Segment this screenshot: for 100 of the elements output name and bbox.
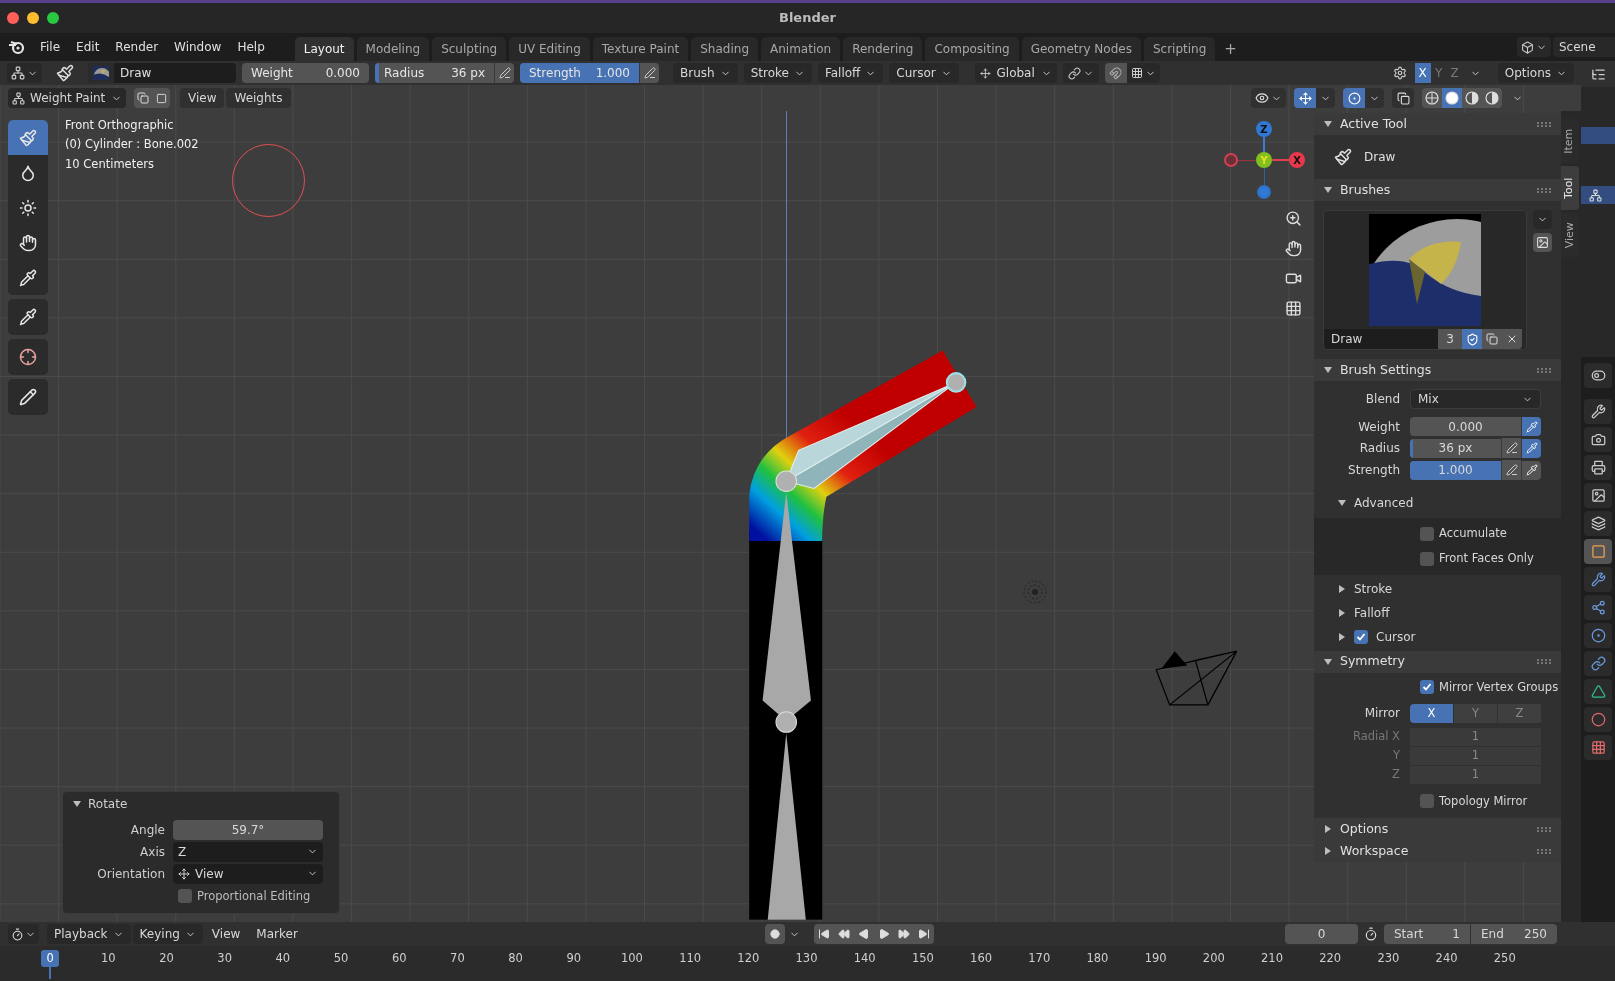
drag-handle-icon[interactable] <box>1537 367 1551 373</box>
disclosure-triangle-icon[interactable] <box>1324 825 1332 833</box>
workspace-tab[interactable]: Modeling <box>356 37 430 61</box>
properties-tab[interactable] <box>1584 679 1612 704</box>
outliner-row[interactable] <box>1581 186 1615 204</box>
menu-item[interactable]: Window <box>166 38 230 56</box>
blend-dropdown[interactable]: Mix <box>1410 389 1541 409</box>
panel-title[interactable]: Workspace <box>1340 841 1409 861</box>
workspace-tab[interactable]: Scripting <box>1143 37 1216 61</box>
drag-handle-icon[interactable] <box>1537 187 1551 193</box>
menu-dropdown[interactable]: Keying <box>132 924 203 944</box>
vertex-mask-button[interactable] <box>152 88 170 108</box>
checkbox[interactable] <box>1354 629 1368 644</box>
tool-button[interactable] <box>8 299 48 335</box>
properties-tab[interactable] <box>1584 363 1612 388</box>
number-slider[interactable]: 1.000 <box>1410 460 1501 480</box>
drag-handle-icon[interactable] <box>1537 121 1551 127</box>
menu-dropdown[interactable]: Brush <box>673 63 738 83</box>
menu-dropdown[interactable]: Falloff <box>817 63 884 83</box>
workspace-tab[interactable]: Compositing <box>925 37 1019 61</box>
shading-button[interactable] <box>1422 88 1442 108</box>
menu-item[interactable]: View <box>180 88 225 108</box>
outliner-icon[interactable] <box>1590 66 1606 82</box>
pressure-button[interactable] <box>639 63 659 83</box>
shading-button[interactable] <box>1442 88 1462 108</box>
visibility-dropdown[interactable] <box>1251 88 1286 108</box>
unified-setting-button[interactable] <box>1521 460 1541 480</box>
number-field[interactable]: 59.7° <box>173 819 323 840</box>
shading-button[interactable] <box>1482 88 1502 108</box>
disclosure-triangle-icon[interactable] <box>1338 499 1346 507</box>
pressure-button[interactable] <box>494 63 514 83</box>
x-axis-handle[interactable]: X <box>1289 152 1305 168</box>
menu-item[interactable]: Weights <box>226 88 291 108</box>
properties-tab[interactable] <box>1584 455 1612 480</box>
subpanel-title[interactable]: Advanced <box>1354 494 1414 512</box>
image-button[interactable] <box>1533 233 1552 252</box>
checkbox[interactable] <box>1420 526 1434 541</box>
overlay-toggle[interactable] <box>1343 88 1365 108</box>
mode-dropdown[interactable] <box>7 63 42 83</box>
panel-title[interactable]: Brush Settings <box>1340 360 1432 380</box>
workspace-tab[interactable]: Texture Paint <box>592 37 689 61</box>
disclosure-triangle-icon[interactable] <box>73 799 81 808</box>
select-dropdown[interactable]: Z <box>173 841 323 862</box>
app-logo-icon[interactable] <box>8 39 26 55</box>
z-axis-handle[interactable]: Z <box>1256 121 1272 137</box>
disclosure-triangle-icon[interactable] <box>1338 584 1346 593</box>
menu-dropdown[interactable]: Cursor <box>889 63 959 83</box>
menu-item[interactable]: Render <box>107 38 167 56</box>
subpanel-title[interactable]: Falloff <box>1354 603 1390 622</box>
menu-item[interactable]: View <box>204 924 248 944</box>
properties-tab[interactable] <box>1584 707 1612 732</box>
menu-dropdown[interactable]: Stroke <box>743 63 812 83</box>
disclosure-triangle-icon[interactable] <box>1324 186 1332 194</box>
number-slider[interactable]: Radius 36 px <box>375 63 494 83</box>
workspace-tab[interactable]: Sculpting <box>432 37 507 61</box>
disclosure-triangle-icon[interactable] <box>1338 632 1346 641</box>
shading-button[interactable] <box>1462 88 1482 108</box>
sidebar-tab[interactable]: Tool <box>1561 166 1579 210</box>
drag-handle-icon[interactable] <box>1537 659 1551 664</box>
brush-name-field[interactable]: Draw <box>1324 329 1438 349</box>
properties-tab[interactable] <box>1584 427 1612 452</box>
record-button[interactable] <box>764 924 785 944</box>
menu-item[interactable]: Help <box>229 38 273 56</box>
disclosure-triangle-icon[interactable] <box>1324 847 1332 855</box>
disclosure-triangle-icon[interactable] <box>1324 120 1332 128</box>
subpanel-title[interactable]: Stroke <box>1354 579 1393 598</box>
menu-item[interactable]: Marker <box>249 924 305 944</box>
workspace-tab[interactable]: UV Editing <box>509 37 590 61</box>
pressure-button[interactable] <box>1501 460 1521 480</box>
workspace-tab[interactable]: Geometry Nodes <box>1021 37 1141 61</box>
axis-toggle[interactable]: X <box>1414 63 1431 83</box>
tool-button[interactable] <box>8 379 48 415</box>
number-slider[interactable]: 0.000 <box>1410 417 1521 436</box>
xray-button[interactable] <box>1392 88 1414 108</box>
workspace-tab[interactable]: Layout <box>294 37 354 61</box>
disclosure-triangle-icon[interactable] <box>1324 366 1332 374</box>
workspace-tab[interactable]: Animation <box>761 37 841 61</box>
workspace-tab[interactable]: Rendering <box>843 37 923 61</box>
fake-user-button[interactable] <box>1462 329 1482 349</box>
pivot-dropdown[interactable] <box>1062 63 1099 83</box>
scene-selector[interactable] <box>1517 37 1551 57</box>
mirror-axis-toggle[interactable]: X <box>1410 703 1454 723</box>
properties-tab[interactable] <box>1584 483 1612 508</box>
properties-tab[interactable] <box>1584 595 1612 620</box>
number-slider[interactable]: 36 px <box>1410 438 1501 458</box>
duplicate-button[interactable] <box>1482 329 1502 349</box>
pressure-button[interactable] <box>1501 438 1521 458</box>
menu-item[interactable]: Edit <box>68 38 108 56</box>
end-frame-field[interactable]: End 250 <box>1471 924 1557 944</box>
checkbox[interactable] <box>1420 680 1434 695</box>
snap-button[interactable] <box>1104 63 1127 83</box>
gizmo-toggle[interactable] <box>1294 88 1316 108</box>
current-frame-field[interactable]: 0 <box>1285 924 1358 944</box>
number-slider[interactable]: Strength 1.000 <box>520 63 639 83</box>
panel-title[interactable]: Active Tool <box>1340 114 1407 134</box>
unified-setting-button[interactable] <box>1521 417 1541 436</box>
options-dropdown[interactable]: Options <box>1497 63 1574 83</box>
panel-title[interactable]: Symmetry <box>1340 652 1405 671</box>
panel-title[interactable]: Brushes <box>1340 180 1391 200</box>
brush-selector[interactable]: Draw <box>88 63 236 83</box>
